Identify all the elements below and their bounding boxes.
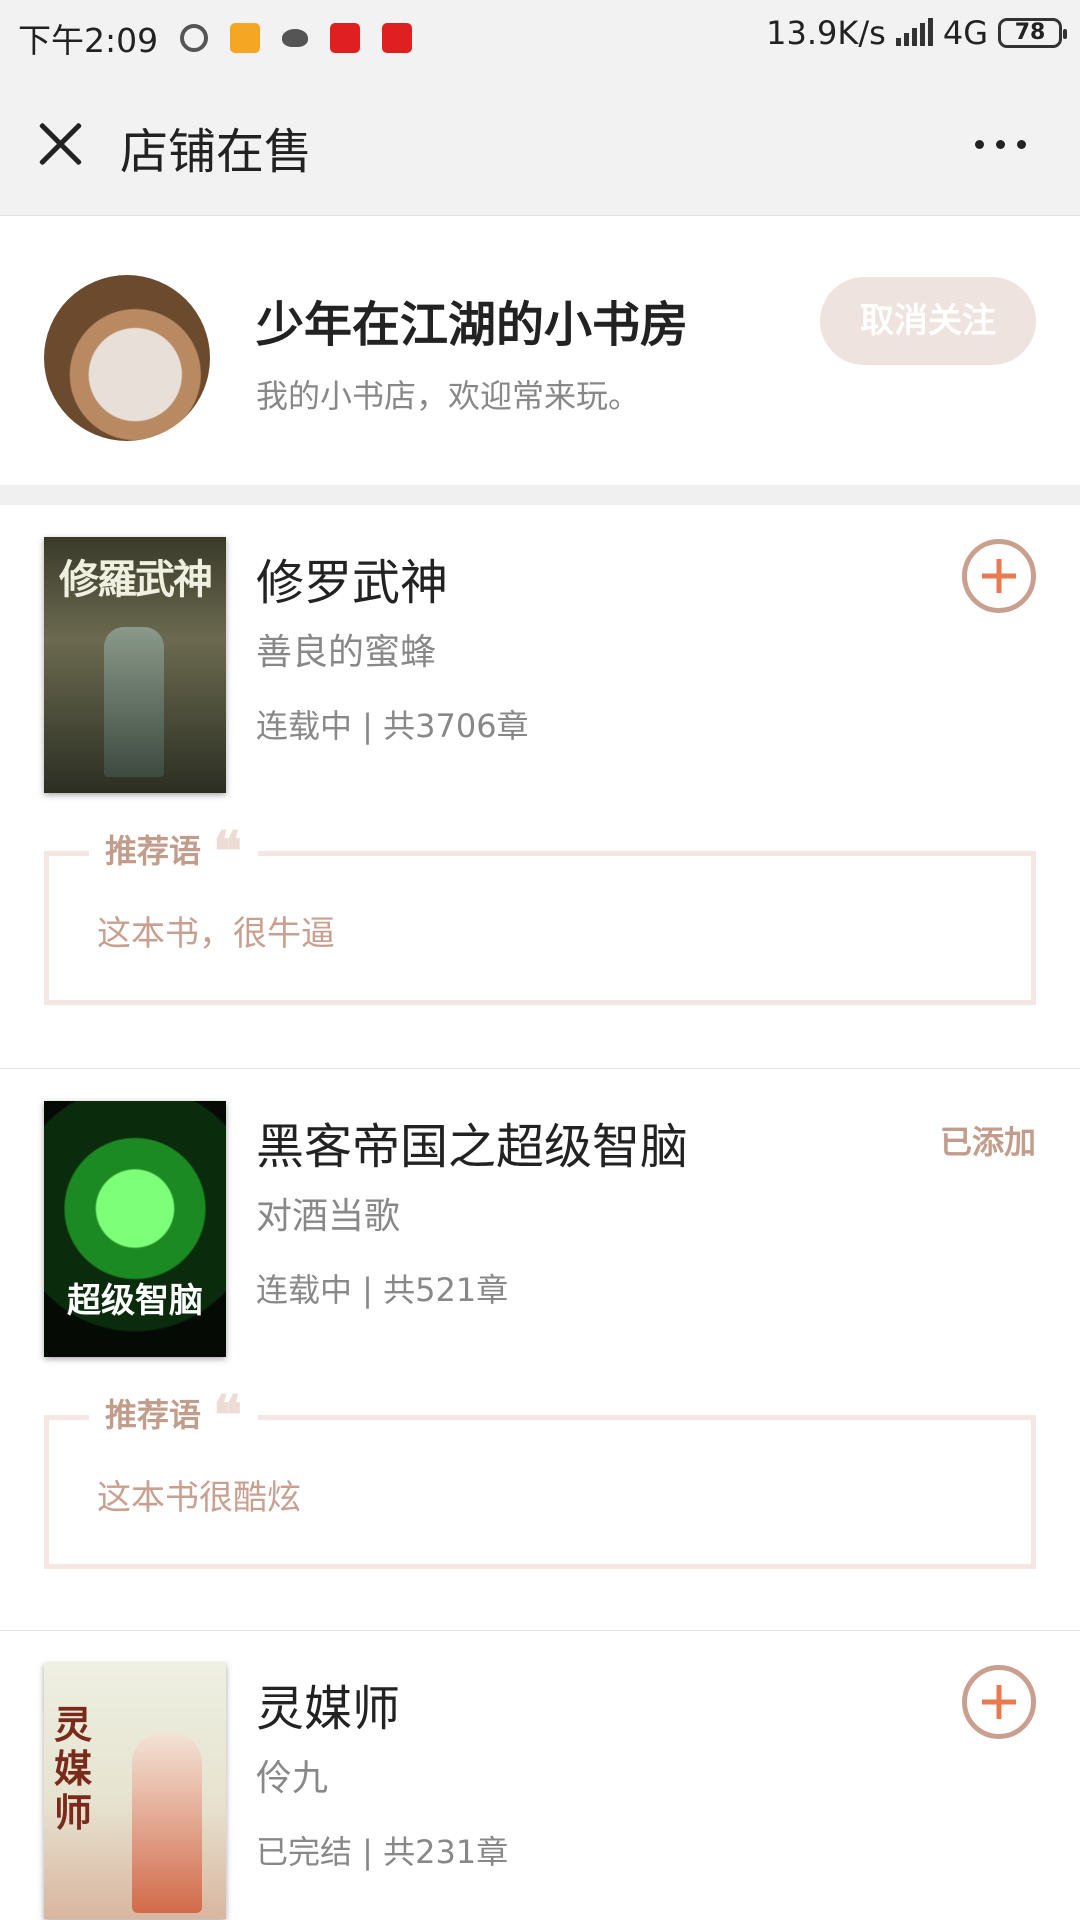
book-meta: 连载中 | 共521章	[256, 1271, 509, 1309]
book-cover[interactable]: 灵媒师	[44, 1663, 226, 1919]
title-bar: 店铺在售	[0, 72, 1080, 216]
tiger-app-icon	[382, 23, 413, 53]
battery-icon: 78	[998, 18, 1067, 48]
book-item[interactable]: 超级智脑 黑客帝国之超级智脑 对酒当歌 连载中 | 共521章 已添加 推荐语 …	[0, 1069, 1080, 1631]
recommendation-text: 这本书，很牛逼	[97, 914, 335, 954]
tiger-app-icon	[330, 23, 361, 53]
free-app-icon	[230, 23, 261, 53]
recommendation-label-text: 推荐语	[105, 1396, 202, 1434]
shop-avatar[interactable]	[44, 275, 210, 441]
more-icon[interactable]	[975, 140, 1026, 149]
recommendation-text: 这本书很酷炫	[97, 1478, 301, 1518]
book-author: 伶九	[256, 1758, 329, 1799]
status-left: 下午2:09	[18, 14, 413, 62]
recommendation-box: 推荐语 ❝ 这本书，很牛逼	[44, 824, 1036, 1005]
book-author: 善良的蜜蜂	[256, 632, 437, 673]
book-item[interactable]: 修羅武神 修罗武神 善良的蜜蜂 连载中 | 共3706章 推荐语 ❝ 这本书，很…	[0, 505, 1080, 1069]
status-time: 下午2:09	[18, 21, 159, 60]
cover-title: 修羅武神	[59, 556, 213, 603]
book-title[interactable]: 灵媒师	[256, 1669, 400, 1739]
recommendation-label: 推荐语 ❝	[89, 819, 259, 883]
shop-name: 少年在江湖的小书房	[256, 297, 689, 353]
book-author: 对酒当歌	[256, 1196, 401, 1237]
unfollow-button[interactable]: 取消关注	[820, 277, 1036, 365]
recommendation-box: 推荐语 ❝ 这本书很酷炫	[44, 1388, 1036, 1569]
bird-icon	[282, 29, 309, 47]
shop-header: 少年在江湖的小书房 我的小书店，欢迎常来玩。 取消关注	[0, 217, 1080, 485]
status-bar: 下午2:09 13.9K/s 4G 78	[0, 0, 1080, 72]
section-separator	[0, 485, 1080, 505]
book-cover[interactable]: 修羅武神	[44, 537, 226, 793]
recommendation-label: 推荐语 ❝	[89, 1383, 259, 1447]
book-title[interactable]: 修罗武神	[256, 543, 448, 613]
quote-icon: ❝	[213, 819, 243, 883]
book-title[interactable]: 黑客帝国之超级智脑	[256, 1107, 688, 1177]
recommendation-label-text: 推荐语	[105, 832, 202, 870]
status-right: 13.9K/s 4G 78	[766, 14, 1067, 52]
added-label: 已添加	[939, 1123, 1036, 1161]
book-cover[interactable]: 超级智脑	[44, 1101, 226, 1357]
shop-description: 我的小书店，欢迎常来玩。	[256, 377, 641, 415]
book-meta: 连载中 | 共3706章	[256, 707, 529, 745]
signal-icon	[895, 18, 933, 46]
cover-title: 超级智脑	[67, 1281, 203, 1321]
network-type: 4G	[942, 14, 988, 52]
book-item[interactable]: 灵媒师 灵媒师 伶九 已完结 | 共231章	[0, 1631, 1080, 1920]
cover-title: 灵媒师	[53, 1702, 92, 1835]
close-icon[interactable]	[36, 120, 84, 168]
spiral-icon	[180, 24, 209, 52]
page-title: 店铺在售	[120, 124, 313, 180]
add-button[interactable]	[962, 539, 1036, 613]
quote-icon: ❝	[213, 1383, 243, 1447]
network-speed: 13.9K/s	[766, 14, 886, 52]
book-meta: 已完结 | 共231章	[256, 1833, 509, 1871]
add-button[interactable]	[962, 1665, 1036, 1739]
